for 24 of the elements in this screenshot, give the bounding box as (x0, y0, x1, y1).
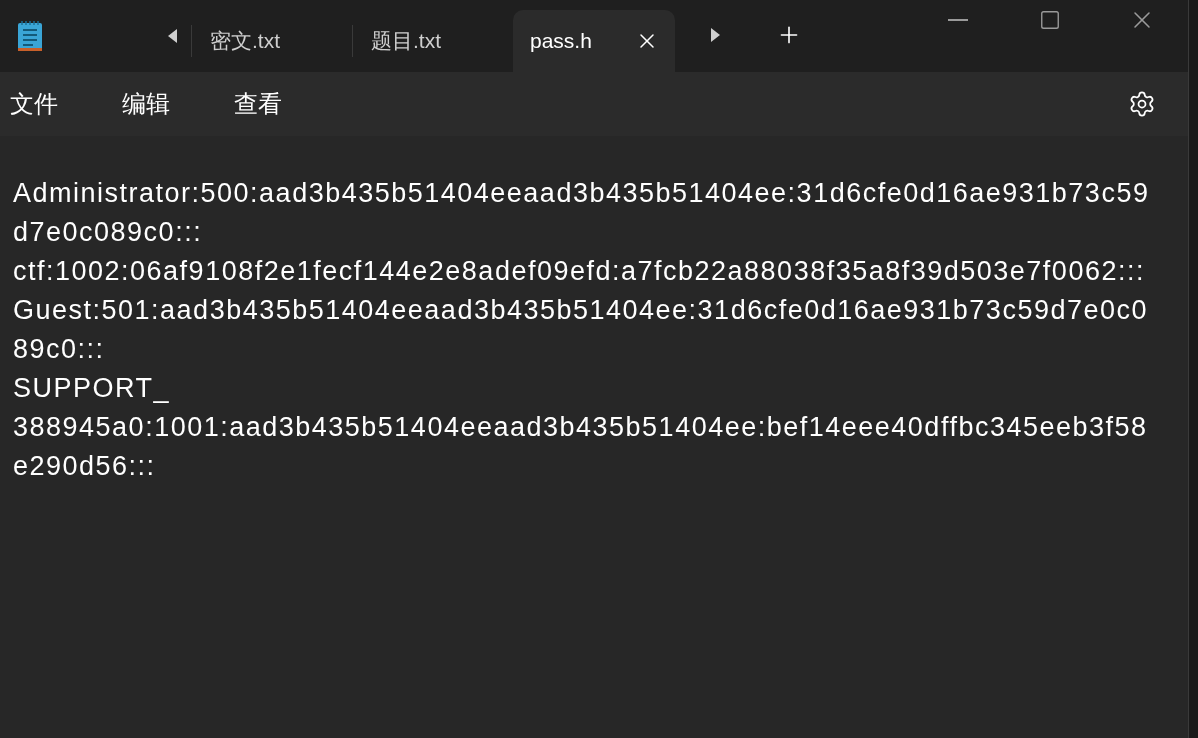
settings-icon (1128, 90, 1156, 118)
text-line: 388945a0:1001:aad3b435b51404eeaad3b435b51404ee:bef14eee40dffbc345eeb3f58 (13, 411, 1149, 444)
text-line: Guest:501:aad3b435b51404eeaad3b435b51404ee:31d6cfe0d16ae931b73c59d7e0c0 (13, 294, 1149, 327)
text-line: Administrator:500:aad3b435b51404eeaad3b435b51404ee:31d6cfe0d16ae931b73c59 (13, 177, 1151, 210)
maximize-icon (1039, 9, 1061, 31)
menu-item[interactable]: 编辑 (122, 86, 170, 122)
right-triangle-icon (710, 27, 722, 43)
tab-label: 题目.txt (371, 28, 441, 55)
tab-label: pass.h (530, 28, 592, 55)
tab[interactable]: pass.h (513, 10, 675, 72)
tab[interactable]: 题目.txt (353, 10, 513, 72)
text-line: ctf:1002:06af9108f2e1fecf144e2e8adef09efd:a7fcb22a88038f35a8f39d503e7f0062::: (13, 255, 1146, 288)
tab[interactable]: 密文.txt (192, 10, 352, 72)
minimize-icon (948, 19, 968, 21)
tab-label: 密文.txt (210, 28, 280, 55)
notepad-icon (17, 20, 43, 52)
text-line: d7e0c089c0::: (13, 216, 204, 249)
text-line: SUPPORT_ (13, 372, 172, 405)
menu-item[interactable]: 文件 (10, 86, 58, 122)
text-line: e290d56::: (13, 450, 157, 483)
menu-item[interactable]: 查看 (234, 86, 282, 122)
left-triangle-icon (166, 28, 178, 44)
text-line: 89c0::: (13, 333, 106, 366)
text-editor[interactable] (0, 136, 1188, 738)
